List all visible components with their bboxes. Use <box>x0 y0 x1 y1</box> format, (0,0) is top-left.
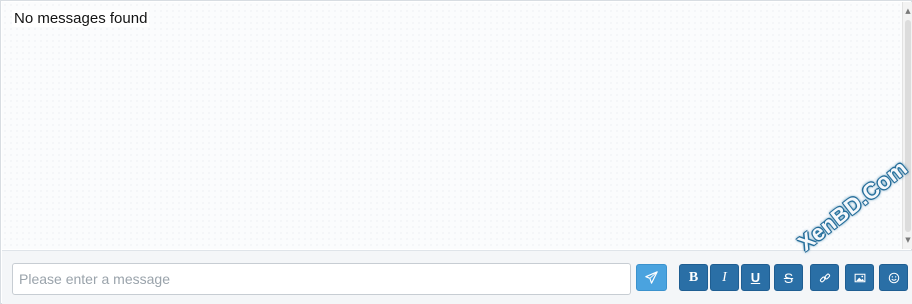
scroll-up-arrow-icon[interactable]: ▲ <box>903 5 912 17</box>
link-button[interactable] <box>810 264 839 291</box>
empty-messages-text: No messages found <box>12 10 150 27</box>
emoji-button[interactable] <box>879 264 908 291</box>
paper-plane-icon <box>645 271 658 284</box>
smiley-icon <box>888 272 899 283</box>
messages-pane: No messages found <box>2 2 902 249</box>
link-icon <box>819 273 830 282</box>
scroll-down-arrow-icon[interactable]: ▼ <box>903 234 912 246</box>
italic-button[interactable]: I <box>710 264 739 291</box>
insert-image-button[interactable] <box>845 264 874 291</box>
scrollbar-thumb[interactable] <box>905 20 911 232</box>
message-composer: B I U S <box>2 250 912 304</box>
image-icon <box>854 273 865 282</box>
chat-box: No messages found ▲ ▼ B I U S <box>0 0 912 304</box>
underline-button[interactable]: U <box>741 264 770 291</box>
bold-button[interactable]: B <box>679 264 708 291</box>
strikethrough-button[interactable]: S <box>774 264 803 291</box>
send-button[interactable] <box>636 264 667 291</box>
messages-scrollbar[interactable]: ▲ ▼ <box>902 2 912 249</box>
message-input[interactable] <box>12 263 631 295</box>
